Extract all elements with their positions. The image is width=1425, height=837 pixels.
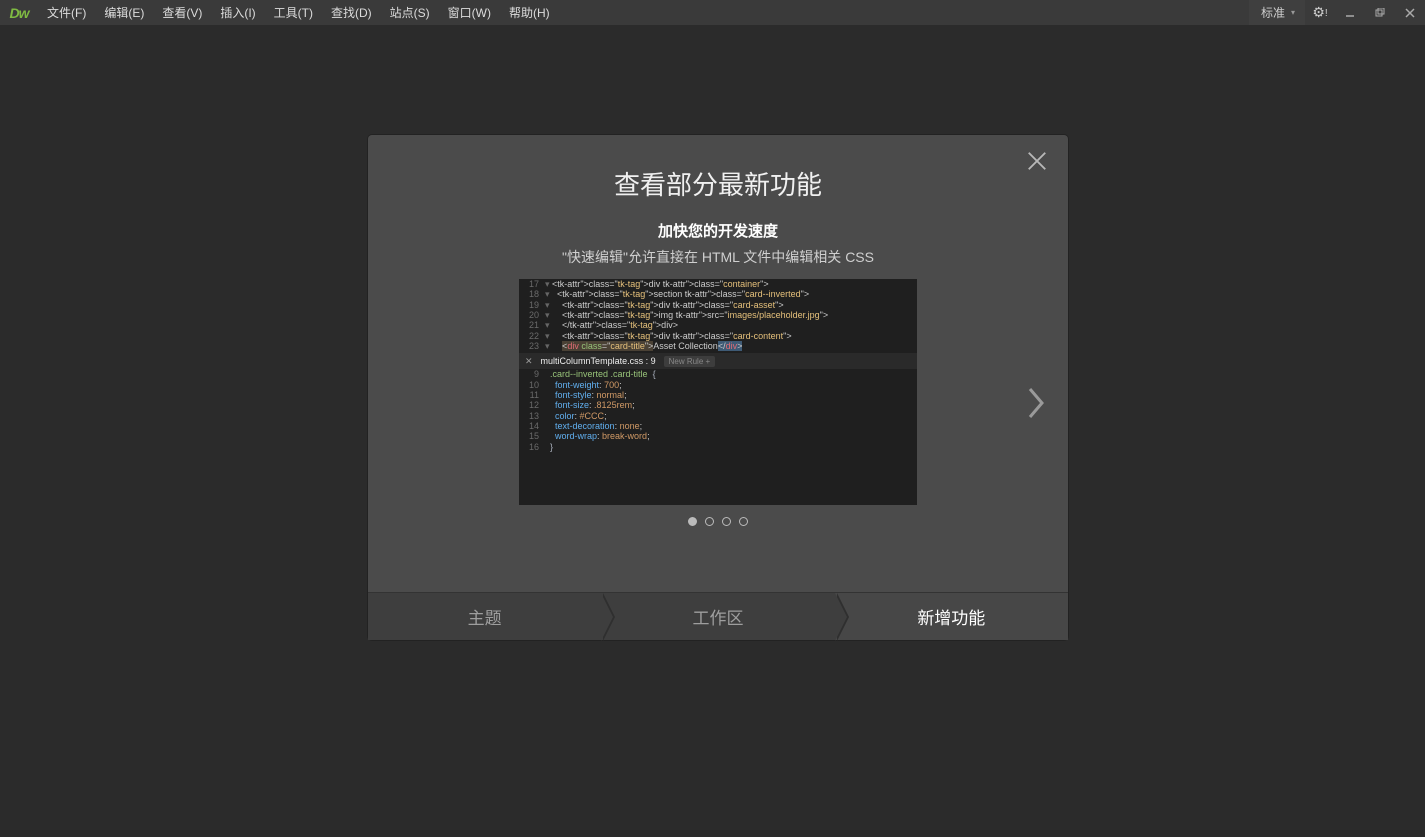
- menu-item[interactable]: 文件(F): [38, 0, 95, 25]
- menu-item[interactable]: 站点(S): [381, 0, 439, 25]
- close-window-button[interactable]: [1395, 4, 1425, 22]
- code-line: 9 .card--inverted .card-title {: [519, 369, 917, 379]
- whats-new-modal: 查看部分最新功能 加快您的开发速度 "快速编辑"允许直接在 HTML 文件中编辑…: [368, 135, 1068, 640]
- code-line: 12 font-size: .8125rem;: [519, 400, 917, 410]
- slide-dot[interactable]: [739, 517, 748, 526]
- modal-title: 查看部分最新功能: [408, 165, 1028, 202]
- code-line: 23▾ <div class="card-title">Asset Collec…: [519, 341, 917, 351]
- menu-item[interactable]: 查找(D): [322, 0, 381, 25]
- code-line: 16 }: [519, 442, 917, 452]
- onboarding-step[interactable]: 新增功能: [835, 593, 1068, 640]
- code-line: 11 font-style: normal;: [519, 390, 917, 400]
- minimize-button[interactable]: [1335, 4, 1365, 22]
- code-preview-image: 17▾ <tk-attr">class="tk-tag">div tk-attr…: [519, 279, 917, 505]
- code-line: 17▾ <tk-attr">class="tk-tag">div tk-attr…: [519, 279, 917, 289]
- menubar: Dw 文件(F)编辑(E)查看(V)插入(I)工具(T)查找(D)站点(S)窗口…: [0, 0, 1425, 25]
- quick-edit-css-bar: ✕ multiColumnTemplate.css : 9 New Rule +: [519, 353, 917, 369]
- css-filename: multiColumnTemplate.css : 9: [541, 356, 656, 366]
- settings-button[interactable]: ⚙!: [1305, 4, 1335, 21]
- slide-dot[interactable]: [705, 517, 714, 526]
- modal-description: "快速编辑"允许直接在 HTML 文件中编辑相关 CSS: [408, 247, 1028, 267]
- code-line: 13 color: #CCC;: [519, 411, 917, 421]
- menu-item[interactable]: 窗口(W): [439, 0, 500, 25]
- menu-item[interactable]: 查看(V): [153, 0, 211, 25]
- gear-icon: ⚙: [1312, 4, 1325, 20]
- menu-item[interactable]: 帮助(H): [500, 0, 559, 25]
- maximize-button[interactable]: [1365, 4, 1395, 22]
- code-line: 18▾ <tk-attr">class="tk-tag">section tk-…: [519, 289, 917, 299]
- new-rule-button: New Rule +: [664, 356, 716, 367]
- alert-icon: !: [1325, 8, 1328, 19]
- slide-dot[interactable]: [688, 517, 697, 526]
- menu-item[interactable]: 工具(T): [265, 0, 322, 25]
- close-icon: ✕: [525, 356, 533, 367]
- onboarding-step[interactable]: 工作区: [601, 593, 834, 640]
- code-line: 21▾ </tk-attr">class="tk-tag">div>: [519, 320, 917, 330]
- slide-indicator: [368, 517, 1068, 526]
- code-line: 15 word-wrap: break-word;: [519, 431, 917, 441]
- modal-subtitle: 加快您的开发速度: [408, 220, 1028, 241]
- workspace-layout-select[interactable]: 标准 ▾: [1249, 0, 1305, 25]
- menu-item[interactable]: 编辑(E): [95, 0, 153, 25]
- code-line: 22▾ <tk-attr">class="tk-tag">div tk-attr…: [519, 331, 917, 341]
- menubar-right: 标准 ▾ ⚙!: [1249, 0, 1425, 25]
- code-line: 14 text-decoration: none;: [519, 421, 917, 431]
- modal-content: 查看部分最新功能 加快您的开发速度 "快速编辑"允许直接在 HTML 文件中编辑…: [368, 135, 1068, 592]
- chevron-down-icon: ▾: [1291, 8, 1295, 17]
- next-slide-button[interactable]: [1026, 385, 1046, 426]
- onboarding-step[interactable]: 主题: [368, 593, 601, 640]
- chevron-right-icon: [1026, 385, 1046, 421]
- code-line: 20▾ <tk-attr">class="tk-tag">img tk-attr…: [519, 310, 917, 320]
- code-line: 10 font-weight: 700;: [519, 380, 917, 390]
- menu-item[interactable]: 插入(I): [211, 0, 264, 25]
- workspace-layout-label: 标准: [1261, 4, 1285, 21]
- code-line: 19▾ <tk-attr">class="tk-tag">div tk-attr…: [519, 300, 917, 310]
- app-logo: Dw: [0, 5, 38, 21]
- onboarding-steps: 主题工作区新增功能: [368, 592, 1068, 640]
- slide-dot[interactable]: [722, 517, 731, 526]
